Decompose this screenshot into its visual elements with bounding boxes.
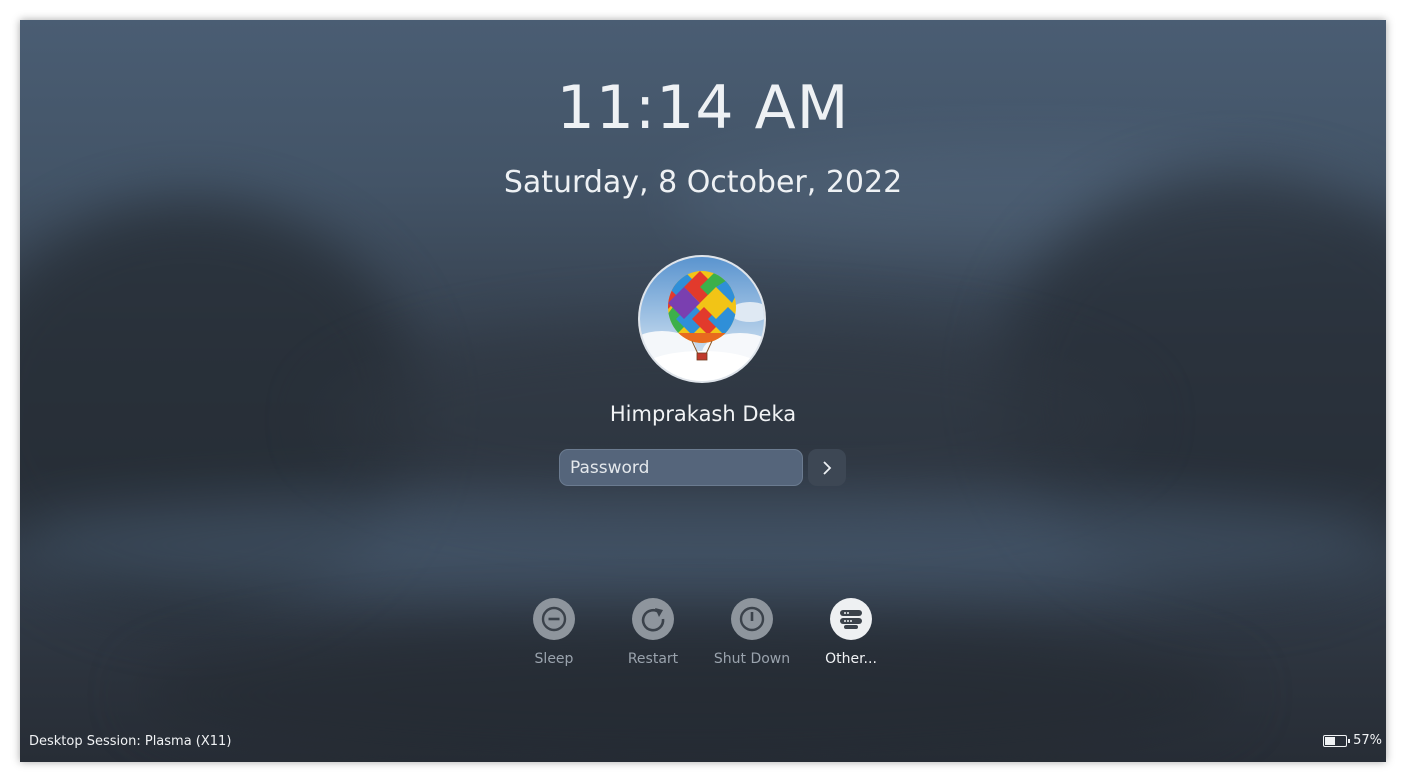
login-submit-button[interactable] (808, 449, 846, 486)
battery-status: 57% (1323, 733, 1382, 748)
shutdown-button[interactable]: Shut Down (702, 598, 802, 667)
sleep-label: Sleep (534, 651, 574, 667)
lock-screen: 11:14 AM Saturday, 8 October, 2022 Himpr… (20, 20, 1386, 762)
sleep-icon (533, 598, 575, 640)
clock-time: 11:14 AM (556, 73, 850, 143)
battery-level (1325, 736, 1336, 745)
chevron-right-icon (823, 460, 832, 475)
restart-button[interactable]: Restart (603, 598, 703, 667)
hot-air-balloon-avatar-icon (640, 257, 764, 381)
user-name: Himprakash Deka (609, 402, 797, 426)
switch-user-icon (830, 598, 872, 640)
session-selector[interactable]: Desktop Session: Plasma (X11) (29, 734, 231, 749)
shutdown-label: Shut Down (713, 651, 791, 667)
background-blur (20, 490, 1386, 600)
sleep-button[interactable]: Sleep (504, 598, 604, 667)
other-label: Other... (825, 651, 877, 667)
restart-icon (632, 598, 674, 640)
other-users-button[interactable]: Other... (801, 598, 901, 667)
power-icon (731, 598, 773, 640)
clock-date: Saturday, 8 October, 2022 (503, 165, 903, 200)
battery-percent: 57% (1353, 733, 1382, 748)
battery-icon (1323, 734, 1351, 747)
user-avatar[interactable] (640, 257, 764, 381)
password-input[interactable] (559, 449, 803, 486)
restart-label: Restart (627, 651, 679, 667)
